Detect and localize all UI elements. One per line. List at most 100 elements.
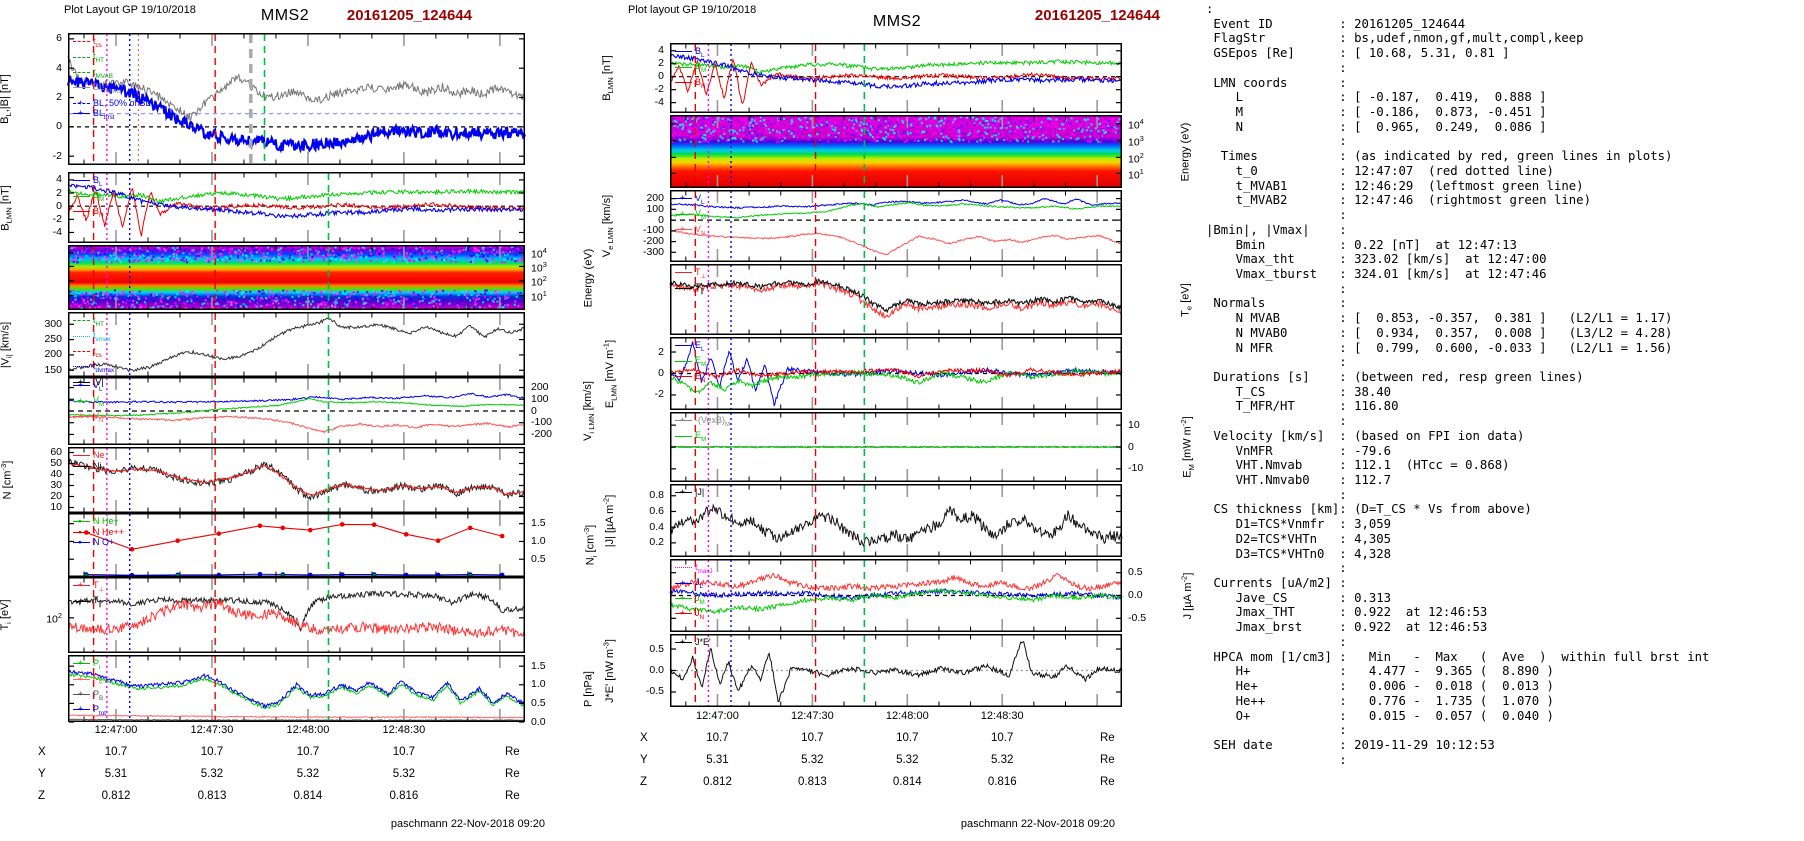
legend-item: ● N He++ xyxy=(73,527,124,538)
ephemeris-unit: Re xyxy=(1100,776,1115,788)
legend-label: EM xyxy=(695,430,707,444)
axis-tick-label: 0.0 xyxy=(649,664,664,676)
axis-label-electron-energy-spectrogram: Energy (eV) xyxy=(1179,122,1191,181)
legend-item: BL xyxy=(675,46,706,61)
legend-item: BM xyxy=(675,61,706,76)
legend-line-sample: + xyxy=(675,577,692,587)
legend-line-sample xyxy=(73,320,90,322)
legend-item: + PB xyxy=(73,687,106,704)
legend-line-sample: + xyxy=(73,579,90,589)
axis-label-ve-lmn: Ve LMN [km/s] xyxy=(601,194,616,258)
axis-label-te: Te [eV] xyxy=(1179,282,1194,317)
axis-label-j-lmn: J [µA m-2] xyxy=(1179,572,1194,619)
legend-item: T∥ xyxy=(675,282,706,297)
legend-line-sample: + xyxy=(675,223,692,233)
axis-tick-label: 300 xyxy=(44,317,62,330)
legend-label: VL xyxy=(93,380,103,393)
legend-item: EN xyxy=(675,371,706,386)
axis-tick-label: 150 xyxy=(44,363,62,376)
legend-item: + JN xyxy=(675,607,713,623)
event-summary-text: : Event ID : 20161205_124644 FlagStr : b… xyxy=(1206,2,1710,767)
ephemeris-row-label: Y xyxy=(38,768,46,780)
legend-label: Pi xyxy=(93,658,101,671)
legend-label: VM xyxy=(93,395,105,409)
axis-tick-label: 104 xyxy=(531,246,547,261)
ephemeris-value: 0.816 xyxy=(389,790,419,802)
legend-item: + VN xyxy=(675,223,706,239)
legend-item: T⊥ xyxy=(675,267,706,282)
axis-tick-label: 0.0 xyxy=(1128,589,1143,601)
legend-item: BN xyxy=(73,206,104,221)
axis-tick-label: 2 xyxy=(658,57,664,70)
axis-label-density: N [cm-3] xyxy=(0,460,14,500)
legend-item: ● N He+ xyxy=(73,516,124,527)
ephemeris-value: 10.7 xyxy=(896,732,919,744)
plus-marker-icon: + xyxy=(78,379,83,390)
footer-credit-left: paschmann 22-Nov-2018 09:20 xyxy=(390,818,545,830)
legend-item: + |J| xyxy=(675,486,704,498)
ephemeris-unit: Re xyxy=(1100,732,1115,744)
ephemeris-unit: Re xyxy=(505,768,520,780)
legend-label: JN xyxy=(695,608,705,621)
legend-label: tHT xyxy=(93,51,104,65)
axis-tick-label: 0.5 xyxy=(531,696,546,709)
legend-label: VM xyxy=(695,208,707,222)
legend-line-sample: ● xyxy=(73,529,90,536)
legend-pressure: + Pi + Pe + PB + Ptot xyxy=(73,657,107,720)
plus-marker-icon: + xyxy=(680,414,685,425)
ephemeris-value: 0.814 xyxy=(892,776,922,788)
axis-tick-label: 0 xyxy=(531,404,537,417)
legend-line-sample: + xyxy=(73,595,90,605)
legend-j-dot-e: + J*E' xyxy=(675,636,711,648)
legend-line-sample xyxy=(675,435,692,437)
legend-label: T⊥ xyxy=(695,267,706,280)
axis-label-j-dot-e: J*E' [nW m-3] xyxy=(601,638,616,703)
legend-line-sample: + xyxy=(73,673,90,683)
legend-line-sample xyxy=(73,210,90,212)
time-tick-label: 12:48:00 xyxy=(286,724,330,736)
legend-line-sample: + xyxy=(675,607,692,617)
axis-tick-label: 2 xyxy=(56,91,62,104)
legend-te: T⊥ T∥ xyxy=(675,267,706,298)
legend-label: BM xyxy=(695,61,707,75)
axis-tick-label: 103 xyxy=(1128,134,1144,149)
plot-area-ti xyxy=(67,577,526,653)
legend-b-lmn-2: BL BM BN xyxy=(675,46,706,92)
plus-marker-icon: + xyxy=(78,107,83,118)
axis-tick-label: 4 xyxy=(658,44,664,57)
legend-line-sample: + xyxy=(73,395,90,405)
axis-tick-label: 10 xyxy=(50,501,62,513)
legend-label: T∥ xyxy=(695,282,704,296)
legend-label: BL xyxy=(695,46,705,59)
legend-line-sample xyxy=(73,41,90,43)
legend-label: tcs xyxy=(93,345,102,359)
ephemeris-value: 0.813 xyxy=(197,790,227,802)
ephemeris-unit: Re xyxy=(505,746,520,758)
axis-label-jmag: |J| [µA m-2] xyxy=(601,494,616,547)
legend-label: Ptot xyxy=(93,704,107,717)
legend-line-sample xyxy=(675,51,692,53)
plus-marker-icon: + xyxy=(78,687,83,698)
footer-credit-middle: paschmann 22-Nov-2018 09:20 xyxy=(960,818,1115,830)
legend-item: + T⊥ xyxy=(73,579,104,595)
app-root: Plot Layout GP 19/10/2018 MMS2 20161205_… xyxy=(0,0,1804,841)
ephemeris-value: 0.813 xyxy=(797,776,827,788)
axis-label-b-lmn: BLMN [nT] xyxy=(0,184,14,231)
legend-b-lmn: BL BM BN xyxy=(73,175,104,221)
axis-tick-label: 0.0 xyxy=(531,715,546,728)
legend-item: BL xyxy=(73,175,104,190)
legend-label: BL xyxy=(93,175,103,188)
plot-area-j-lmn xyxy=(669,559,1123,632)
axis-tick-label: 2 xyxy=(56,186,62,199)
ephemeris-value: 0.812 xyxy=(101,790,131,802)
legend-label: EN xyxy=(695,370,706,384)
axis-label-em-vexb: EM [mW m-2] xyxy=(1179,416,1196,478)
ephemeris-value: 5.32 xyxy=(896,754,919,766)
plot-area-pressure xyxy=(67,655,526,723)
legend-item: + -(VexB)M xyxy=(675,414,730,430)
legend-line-sample: + xyxy=(73,107,90,117)
legend-line-sample xyxy=(73,366,90,368)
legend-label: T∥ xyxy=(93,595,102,609)
ephemeris-row-label: X xyxy=(640,732,648,744)
plus-marker-icon: + xyxy=(78,672,83,683)
